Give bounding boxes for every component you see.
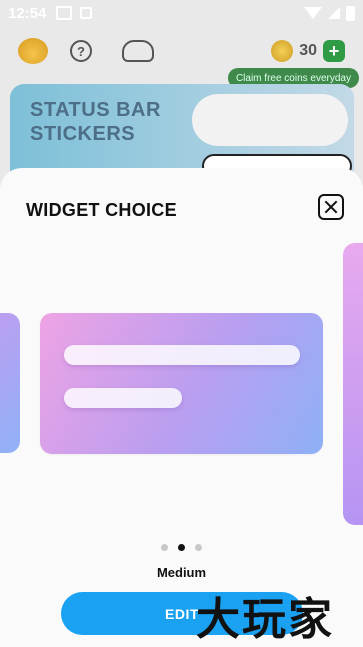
widget-card-medium[interactable] [40, 313, 323, 454]
widget-placeholder-bar [64, 388, 182, 408]
widget-choice-sheet: WIDGET CHOICE Medium EDIT [0, 168, 363, 647]
pager-dot-active[interactable] [178, 544, 185, 551]
widget-card-large[interactable] [343, 243, 363, 525]
widget-size-label: Medium [156, 565, 207, 580]
widget-card-small[interactable] [0, 313, 20, 453]
sheet-title: WIDGET CHOICE [26, 200, 177, 220]
widget-placeholder-bar [64, 345, 300, 365]
pager-dot[interactable] [161, 544, 168, 551]
close-button[interactable] [318, 194, 344, 220]
watermark: 大玩家 [196, 594, 334, 645]
pager-dots [0, 544, 363, 551]
pager-dot[interactable] [195, 544, 202, 551]
